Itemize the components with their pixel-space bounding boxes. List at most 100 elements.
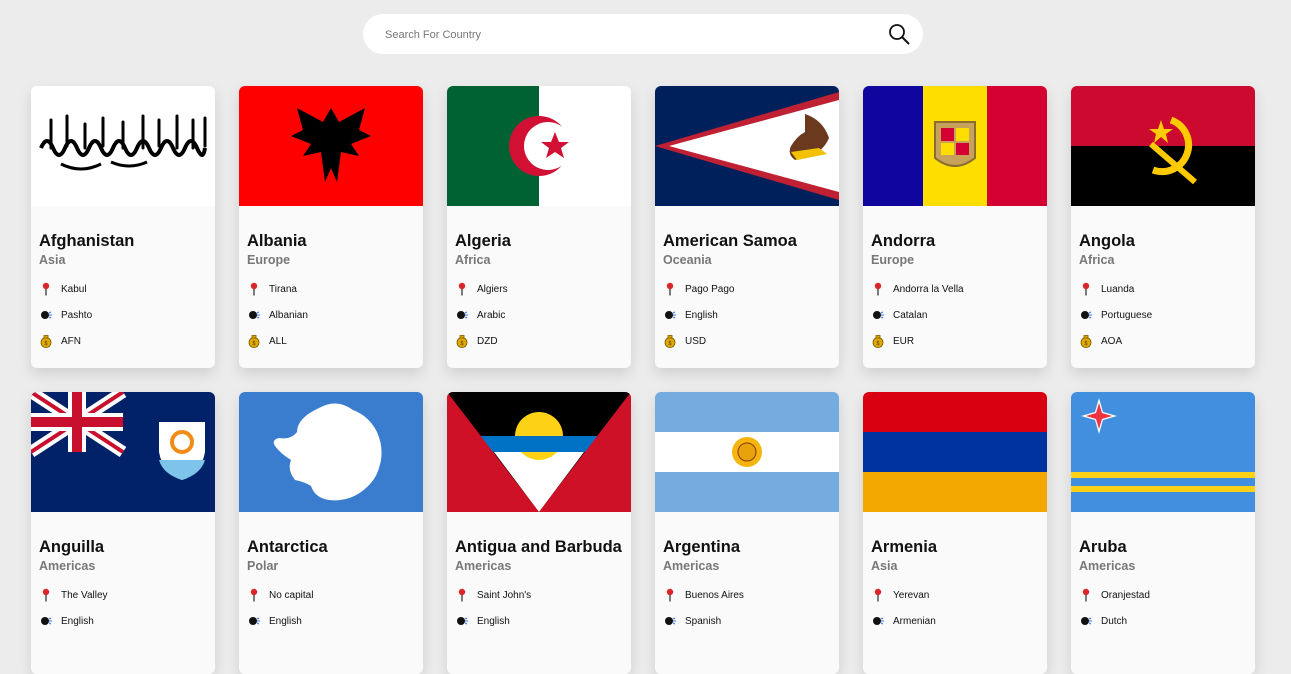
flag-angola	[1071, 86, 1255, 206]
country-card-american-samoa[interactable]: American Samoa Oceania Pago Pago English…	[655, 86, 839, 368]
country-card-andorra[interactable]: Andorra Europe Andorra la Vella Catalan …	[863, 86, 1047, 368]
flag-american-samoa	[655, 86, 839, 206]
country-name: Anguilla	[39, 538, 105, 556]
country-card-armenia[interactable]: Armenia Asia Yerevan Armenian	[863, 392, 1047, 674]
capital-row: Oranjestad	[1079, 587, 1150, 603]
pin-icon	[666, 282, 674, 296]
money-bag-icon: $	[40, 335, 52, 348]
currency-text: AOA	[1101, 335, 1123, 347]
capital-text: The Valley	[61, 589, 108, 601]
country-region: Polar	[247, 559, 279, 573]
flag-algeria	[447, 86, 631, 206]
country-name: Albania	[247, 232, 307, 250]
language-text: Spanish	[685, 615, 722, 627]
country-card-aruba[interactable]: Aruba Americas Oranjestad Dutch	[1071, 392, 1255, 674]
country-card-albania[interactable]: Albania Europe Tirana Albanian $ ALL	[239, 86, 423, 368]
currency-row: $ ALL	[247, 333, 287, 349]
country-name: Armenia	[871, 538, 938, 556]
language-text: Armenian	[893, 615, 936, 627]
pin-icon	[250, 588, 258, 602]
money-bag-icon: $	[248, 335, 260, 348]
country-region: Asia	[871, 559, 898, 573]
language-row: Pashto	[39, 307, 92, 323]
language-text: English	[477, 615, 510, 627]
country-name: American Samoa	[663, 232, 797, 250]
capital-text: No capital	[269, 589, 314, 601]
pin-icon	[666, 588, 674, 602]
language-row: Armenian	[871, 613, 936, 629]
capital-text: Algiers	[477, 283, 508, 295]
pin-icon	[874, 588, 882, 602]
country-card-argentina[interactable]: Argentina Americas Buenos Aires Spanish	[655, 392, 839, 674]
country-region: Europe	[871, 253, 915, 267]
currency-row: $ EUR	[871, 333, 914, 349]
country-card-algeria[interactable]: Algeria Africa Algiers Arabic $ DZD	[447, 86, 631, 368]
svg-text:$: $	[668, 340, 672, 347]
svg-text:$: $	[252, 340, 256, 347]
capital-row: Tirana	[247, 281, 297, 297]
speaking-head-icon	[1081, 311, 1092, 319]
capital-row: Yerevan	[871, 587, 929, 603]
currency-row: $ USD	[663, 333, 706, 349]
country-region: Africa	[455, 253, 491, 267]
language-row: Albanian	[247, 307, 308, 323]
search-input[interactable]	[383, 14, 867, 56]
capital-text: Buenos Aires	[685, 589, 744, 601]
currency-text: ALL	[269, 335, 287, 347]
country-region: Asia	[39, 253, 66, 267]
pin-icon	[1082, 282, 1090, 296]
language-row: English	[455, 613, 510, 629]
country-name: Andorra	[871, 232, 936, 250]
country-name: Algeria	[455, 232, 511, 250]
pin-icon	[42, 588, 50, 602]
country-card-antarctica[interactable]: Antarctica Polar No capital English	[239, 392, 423, 674]
currency-text: DZD	[477, 335, 498, 347]
language-text: English	[685, 309, 718, 321]
pin-icon	[458, 282, 466, 296]
language-text: Albanian	[269, 309, 308, 321]
country-name: Angola	[1079, 232, 1135, 250]
language-text: English	[269, 615, 302, 627]
capital-row: No capital	[247, 587, 313, 603]
language-row: Arabic	[455, 307, 505, 323]
language-text: Arabic	[477, 309, 506, 321]
country-card-anguilla[interactable]: Anguilla Americas The Valley English	[31, 392, 215, 674]
speaking-head-icon	[873, 311, 884, 319]
search-bar[interactable]	[363, 14, 923, 56]
speaking-head-icon	[249, 311, 260, 319]
capital-text: Tirana	[269, 283, 297, 295]
language-text: Catalan	[893, 309, 928, 321]
currency-text: AFN	[61, 335, 81, 347]
country-card-antigua-and-barbuda[interactable]: Antigua and Barbuda Americas Saint John'…	[447, 392, 631, 674]
money-bag-icon: $	[1080, 335, 1092, 348]
speaking-head-icon	[41, 311, 52, 319]
language-row: English	[247, 613, 302, 629]
country-name: Antigua and Barbuda	[455, 538, 622, 556]
language-row: English	[39, 613, 94, 629]
svg-text:$: $	[44, 340, 48, 347]
country-region: Americas	[1079, 559, 1136, 573]
speaking-head-icon	[665, 311, 676, 319]
pin-icon	[458, 588, 466, 602]
country-card-afghanistan[interactable]: Afghanistan Asia Kabul Pashto $ AFN	[31, 86, 215, 368]
country-card-angola[interactable]: Angola Africa Luanda Portuguese $ AOA	[1071, 86, 1255, 368]
language-text: Pashto	[61, 309, 93, 321]
capital-row: Luanda	[1079, 281, 1134, 297]
country-region: Americas	[455, 559, 512, 573]
country-region: Americas	[39, 559, 96, 573]
flag-argentina	[655, 392, 839, 512]
language-row: Spanish	[663, 613, 721, 629]
currency-row: $ AFN	[39, 333, 81, 349]
search-icon[interactable]	[888, 23, 910, 45]
money-bag-icon: $	[872, 335, 884, 348]
capital-row: Saint John's	[455, 587, 531, 603]
pin-icon	[1082, 588, 1090, 602]
country-name: Argentina	[663, 538, 741, 556]
capital-row: Algiers	[455, 281, 508, 297]
flag-anguilla	[31, 392, 215, 512]
language-text: English	[61, 615, 94, 627]
capital-text: Kabul	[61, 283, 87, 295]
country-region: Americas	[663, 559, 720, 573]
flag-albania	[239, 86, 423, 206]
currency-row: $ DZD	[455, 333, 498, 349]
